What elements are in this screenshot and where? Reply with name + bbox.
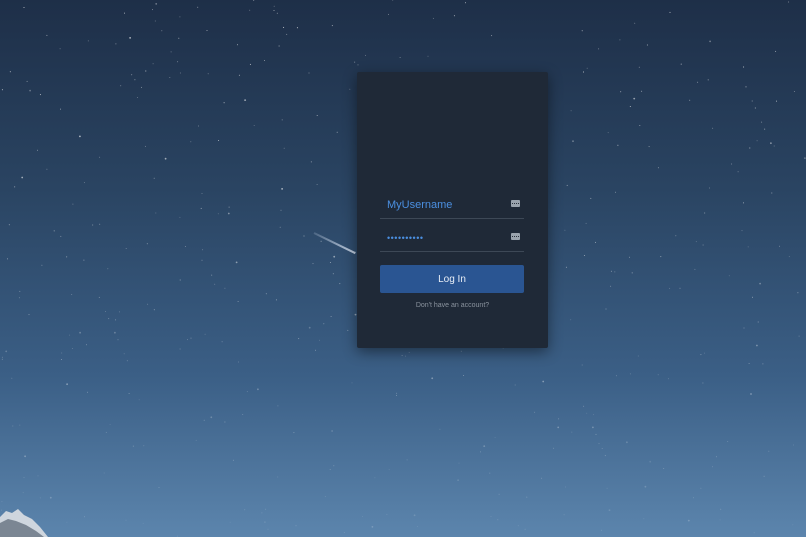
- login-button[interactable]: Log In: [380, 265, 524, 293]
- username-input[interactable]: [380, 192, 507, 218]
- key-icon[interactable]: [511, 200, 520, 207]
- key-icon[interactable]: [511, 233, 520, 240]
- password-field: [380, 225, 524, 252]
- signup-link[interactable]: Don't have an account?: [357, 302, 548, 309]
- username-field: [380, 192, 524, 219]
- password-input[interactable]: [380, 225, 507, 251]
- mountain-silhouette: [0, 509, 48, 537]
- login-card: Log In Don't have an account?: [357, 72, 548, 348]
